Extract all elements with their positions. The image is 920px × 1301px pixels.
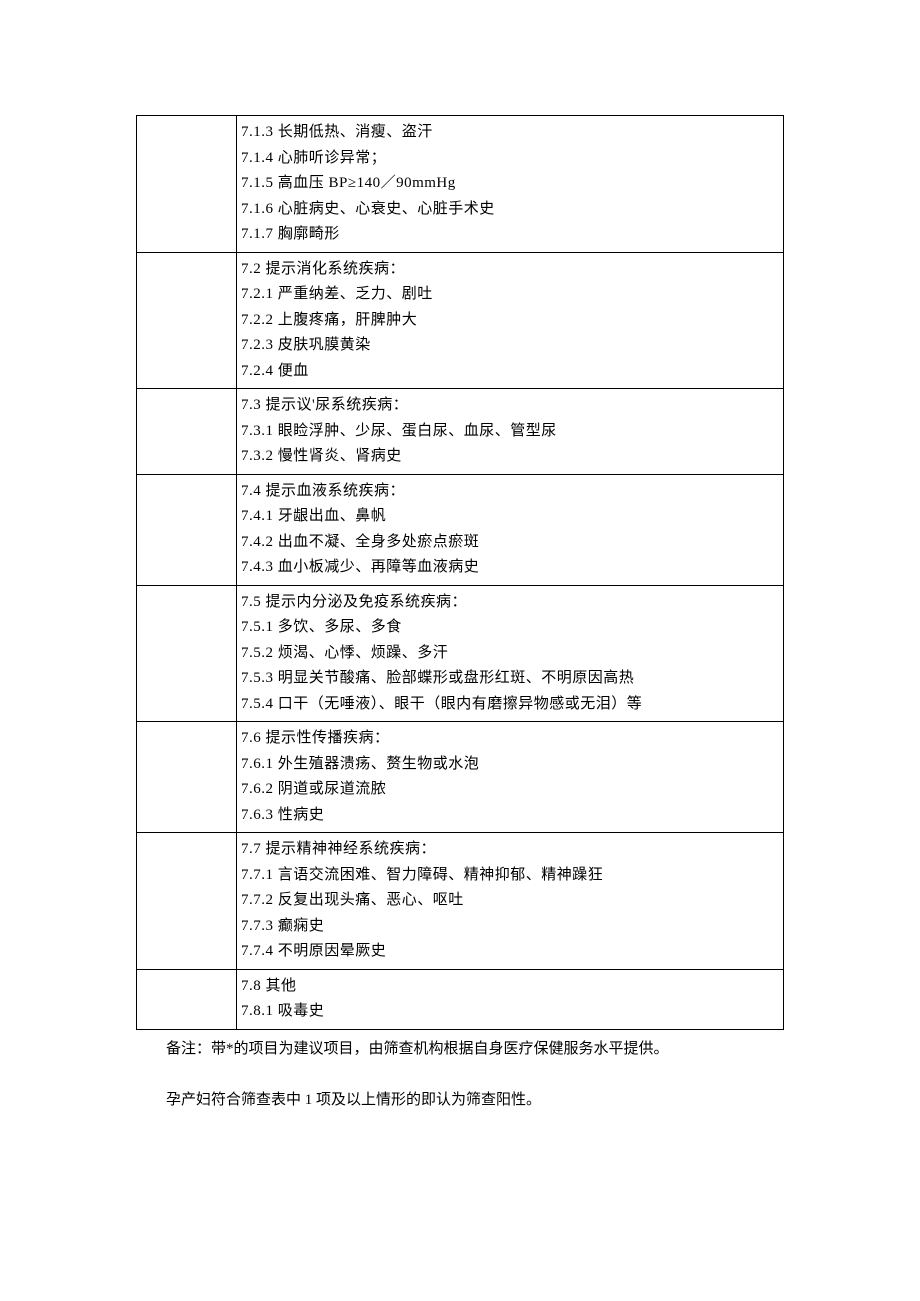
left-label-cell: [137, 969, 237, 1029]
checklist-line: 7.5 提示内分泌及免疫系统疾病：: [241, 590, 779, 616]
checklist-line: 7.6.1 外生殖器溃疡、赘生物或水泡: [241, 752, 779, 778]
content-cell: 7.6 提示性传播疾病：7.6.1 外生殖器溃疡、赘生物或水泡7.6.2 阴道或…: [237, 722, 784, 833]
checklist-line: 7.4.1 牙龈出血、鼻帆: [241, 504, 779, 530]
checklist-line: 7.1.7 胸廓畸形: [241, 222, 779, 248]
checklist-line: 7.5.3 明显关节酸痛、脸部蝶形或盘形红斑、不明原因高热: [241, 666, 779, 692]
checklist-line: 7.5.2 烦渴、心悸、烦躁、多汗: [241, 641, 779, 667]
checklist-line: 7.5.4 口干（无唾液）、眼干（眼内有磨擦异物感或无泪）等: [241, 692, 779, 718]
checklist-line: 7.5.1 多饮、多尿、多食: [241, 615, 779, 641]
checklist-line: 7.4 提示血液系统疾病：: [241, 479, 779, 505]
left-label-cell: [137, 116, 237, 253]
checklist-line: 7.1.4 心肺听诊异常；: [241, 146, 779, 172]
checklist-line: 7.7.2 反复出现头痛、恶心、呕吐: [241, 888, 779, 914]
left-label-cell: [137, 474, 237, 585]
content-cell: 7.5 提示内分泌及免疫系统疾病：7.5.1 多饮、多尿、多食7.5.2 烦渴、…: [237, 585, 784, 722]
checklist-line: 7.2.1 严重纳差、乏力、剧吐: [241, 282, 779, 308]
left-label-cell: [137, 585, 237, 722]
checklist-line: 7.3.1 眼睑浮肿、少尿、蛋白尿、血尿、管型尿: [241, 419, 779, 445]
checklist-table: 7.1.3 长期低热、消瘦、盗汗7.1.4 心肺听诊异常；7.1.5 高血压 B…: [136, 115, 784, 1030]
content-cell: 7.1.3 长期低热、消瘦、盗汗7.1.4 心肺听诊异常；7.1.5 高血压 B…: [237, 116, 784, 253]
checklist-line: 7.3 提示议'尿系统疾病：: [241, 393, 779, 419]
checklist-line: 7.7.3 癫痫史: [241, 914, 779, 940]
checklist-line: 7.2.3 皮肤巩膜黄染: [241, 333, 779, 359]
checklist-line: 7.6.3 性病史: [241, 803, 779, 829]
checklist-line: 7.3.2 慢性肾炎、肾病史: [241, 444, 779, 470]
left-label-cell: [137, 722, 237, 833]
checklist-line: 7.2.4 便血: [241, 359, 779, 385]
checklist-line: 7.4.2 出血不凝、全身多处瘀点瘀斑: [241, 530, 779, 556]
checklist-line: 7.8.1 吸毒史: [241, 999, 779, 1025]
checklist-line: 7.2 提示消化系统疾病：: [241, 257, 779, 283]
left-label-cell: [137, 833, 237, 970]
content-cell: 7.4 提示血液系统疾病：7.4.1 牙龈出血、鼻帆7.4.2 出血不凝、全身多…: [237, 474, 784, 585]
footnote-2: 孕产妇符合筛查表中 1 项及以上情形的即认为筛查阳性。: [136, 1087, 784, 1114]
checklist-line: 7.2.2 上腹疼痛，肝脾肿大: [241, 308, 779, 334]
checklist-line: 7.8 其他: [241, 974, 779, 1000]
footnotes: 备注：带*的项目为建议项目，由筛查机构根据自身医疗保健服务水平提供。 孕产妇符合…: [136, 1036, 784, 1114]
checklist-line: 7.7 提示精神神经系统疾病：: [241, 837, 779, 863]
checklist-line: 7.6.2 阴道或尿道流脓: [241, 777, 779, 803]
checklist-line: 7.1.5 高血压 BP≥140／90mmHg: [241, 171, 779, 197]
content-cell: 7.3 提示议'尿系统疾病：7.3.1 眼睑浮肿、少尿、蛋白尿、血尿、管型尿7.…: [237, 389, 784, 475]
footnote-1: 备注：带*的项目为建议项目，由筛查机构根据自身医疗保健服务水平提供。: [136, 1036, 784, 1063]
checklist-line: 7.7.4 不明原因晕厥史: [241, 939, 779, 965]
content-cell: 7.2 提示消化系统疾病：7.2.1 严重纳差、乏力、剧吐7.2.2 上腹疼痛，…: [237, 252, 784, 389]
checklist-line: 7.4.3 血小板减少、再障等血液病史: [241, 555, 779, 581]
checklist-line: 7.6 提示性传播疾病：: [241, 726, 779, 752]
content-cell: 7.7 提示精神神经系统疾病：7.7.1 言语交流困难、智力障碍、精神抑郁、精神…: [237, 833, 784, 970]
checklist-line: 7.7.1 言语交流困难、智力障碍、精神抑郁、精神躁狂: [241, 863, 779, 889]
content-cell: 7.8 其他7.8.1 吸毒史: [237, 969, 784, 1029]
checklist-line: 7.1.6 心脏病史、心衰史、心脏手术史: [241, 197, 779, 223]
left-label-cell: [137, 389, 237, 475]
left-label-cell: [137, 252, 237, 389]
checklist-line: 7.1.3 长期低热、消瘦、盗汗: [241, 120, 779, 146]
